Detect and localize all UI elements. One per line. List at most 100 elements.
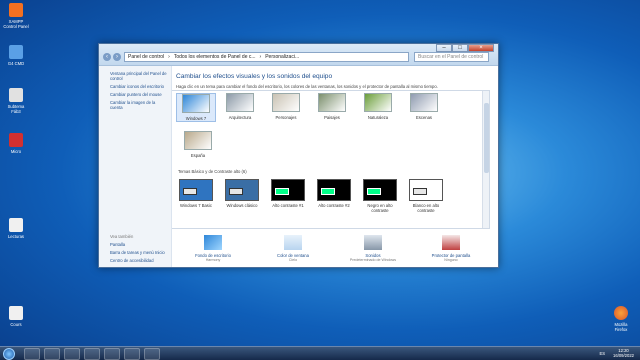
theme-label: Windows 7: [185, 116, 207, 121]
sidebar-link-panel[interactable]: Ventana principal del Panel de control: [110, 71, 168, 81]
sidebar: Ventana principal del Panel de control C…: [99, 66, 172, 267]
theme-window-preview: [413, 188, 427, 195]
basic-theme-label: Negro en alto contraste: [367, 203, 393, 213]
desktop-icon-label: Subtema Fáb3: [7, 104, 25, 114]
theme-label: Personajes: [275, 115, 297, 120]
setting-sounds[interactable]: Sonidos Predeterminado de Windows: [342, 235, 404, 262]
basic-themes-header: Temas Básico y de Contraste alto (6): [178, 169, 247, 174]
basic-theme-thumbnail: [225, 179, 259, 201]
theme-thumbnail: [410, 93, 438, 112]
sidebar-link-pointer[interactable]: Cambiar puntero del mouse: [110, 92, 168, 97]
sidebar-link-account[interactable]: Cambiar la imagen de la cuenta: [110, 100, 168, 110]
theme-thumbnail: [226, 93, 254, 112]
basic-theme-item[interactable]: Alto contraste #1: [268, 179, 308, 208]
basic-theme-label: Alto contraste #1: [272, 203, 304, 208]
theme-thumbnail: [364, 93, 392, 112]
see-also: Vea también Pantalla Barra de tareas y m…: [110, 234, 165, 266]
start-button[interactable]: [3, 348, 15, 360]
basic-theme-thumbnail: [317, 179, 351, 201]
setting-screensaver[interactable]: Protector de pantalla Ninguno: [420, 235, 482, 262]
desktop-app-icon: [9, 3, 23, 17]
clock-date: 16/09/2022: [613, 353, 634, 358]
desktop-icon[interactable]: XAMPP Control Panel: [3, 3, 29, 29]
basic-theme-thumbnail: [179, 179, 213, 201]
basic-theme-item[interactable]: Alto contraste #2: [314, 179, 354, 208]
taskbar-ie-icon[interactable]: [24, 348, 40, 360]
basic-theme-thumbnail: [409, 179, 443, 201]
desktop-icon-label: XAMPP Control Panel: [3, 19, 29, 29]
see-also-display[interactable]: Pantalla: [110, 242, 165, 247]
setting-value: Harmony: [205, 258, 221, 262]
taskbar-camtasia-icon[interactable]: [124, 348, 140, 360]
basic-theme-item[interactable]: Negro en alto contraste: [360, 179, 400, 213]
taskbar-controlpanel-icon[interactable]: [144, 348, 160, 360]
desktop-icon[interactable]: Micro: [3, 133, 29, 154]
wallpaper-icon: [204, 235, 222, 250]
desktop-icon[interactable]: G4 CMD: [3, 45, 29, 66]
theme-thumbnail: [318, 93, 346, 112]
desktop-icon[interactable]: Lecturas: [3, 218, 29, 239]
taskbar-firefox-icon[interactable]: [84, 348, 100, 360]
theme-label: Arquitectura: [228, 115, 252, 120]
theme-item[interactable]: Windows 7: [176, 93, 216, 122]
main-content: Cambiar los efectos visuales y los sonid…: [172, 66, 498, 267]
taskbar: ES 12:20 16/09/2022: [0, 346, 640, 360]
theme-item[interactable]: Paisajes: [312, 93, 352, 120]
basic-theme-thumbnail: [271, 179, 305, 201]
desktop-icon-label: Mozilla Firefox: [614, 322, 628, 332]
basic-theme-item[interactable]: Blanco en alto contraste: [406, 179, 446, 213]
theme-window-preview: [183, 188, 197, 195]
search-input[interactable]: Buscar en el Panel de control: [414, 52, 489, 62]
theme-item[interactable]: Arquitectura: [220, 93, 260, 120]
maximize-button[interactable]: □: [452, 44, 468, 52]
theme-thumbnail: [272, 93, 300, 112]
see-also-taskbar[interactable]: Barra de tareas y menú Inicio: [110, 250, 165, 255]
back-button[interactable]: ‹: [103, 53, 111, 61]
desktop-icon[interactable]: Subtema Fáb3: [3, 88, 29, 114]
theme-label: Escenas: [415, 115, 433, 120]
basic-theme-label: Alto contraste #2: [318, 203, 350, 208]
language-indicator[interactable]: ES: [599, 351, 605, 356]
desktop-icon-label: G4 CMD: [7, 61, 25, 66]
firefox-icon: [614, 306, 628, 320]
close-button[interactable]: ×: [468, 44, 494, 52]
theme-item[interactable]: Escenas: [404, 93, 444, 120]
taskbar-explorer-icon[interactable]: [44, 348, 60, 360]
theme-item[interactable]: Naturaleza: [358, 93, 398, 120]
setting-wallpaper[interactable]: Fondo de escritorio Harmony: [182, 235, 244, 262]
theme-label: Naturaleza: [367, 115, 389, 120]
theme-window-preview: [321, 188, 335, 195]
theme-item[interactable]: Personajes: [266, 93, 306, 120]
basic-theme-label: Windows clásico: [226, 203, 258, 208]
theme-window-preview: [275, 188, 289, 195]
minimize-button[interactable]: –: [436, 44, 452, 52]
see-also-accessibility[interactable]: Centro de accesibilidad: [110, 258, 165, 263]
forward-button[interactable]: ›: [113, 53, 121, 61]
clock[interactable]: 12:20 16/09/2022: [613, 348, 634, 358]
desktop-app-icon: [9, 45, 23, 59]
themes-panel: Temas Básico y de Contraste alto (6) Win…: [172, 90, 490, 229]
basic-theme-item[interactable]: Windows 7 Basic: [176, 179, 216, 208]
taskbar-app-icon[interactable]: [104, 348, 120, 360]
basic-theme-item[interactable]: Windows clásico: [222, 179, 262, 208]
desktop-icon-firefox[interactable]: Mozilla Firefox: [608, 306, 634, 332]
taskbar-media-icon[interactable]: [64, 348, 80, 360]
desktop-icon[interactable]: Cours: [3, 306, 29, 327]
theme-item[interactable]: España: [178, 131, 218, 158]
address-bar[interactable]: Panel de control › Todos los elementos d…: [124, 52, 409, 62]
page-description: Haga clic en un tema para cambiar el fon…: [176, 84, 438, 89]
setting-window-color[interactable]: Color de ventana Cielo: [262, 235, 324, 262]
sidebar-link-icons[interactable]: Cambiar iconos del escritorio: [110, 84, 168, 89]
themes-scrollbar[interactable]: [482, 91, 489, 228]
breadcrumb-1[interactable]: Todos los elementos de Panel de c...: [174, 54, 256, 60]
breadcrumb-0[interactable]: Panel de control: [128, 54, 164, 60]
scrollbar-thumb[interactable]: [484, 103, 489, 173]
setting-value: Cielo: [288, 258, 298, 262]
theme-label: Paisajes: [324, 115, 340, 120]
theme-thumbnail: [182, 94, 210, 113]
theme-window-preview: [367, 188, 381, 195]
personalization-window: ‹ › Panel de control › Todos los element…: [98, 43, 499, 268]
breadcrumb-2[interactable]: Personalizaci...: [265, 54, 299, 60]
basic-theme-thumbnail: [363, 179, 397, 201]
desktop-app-icon: [9, 133, 23, 147]
